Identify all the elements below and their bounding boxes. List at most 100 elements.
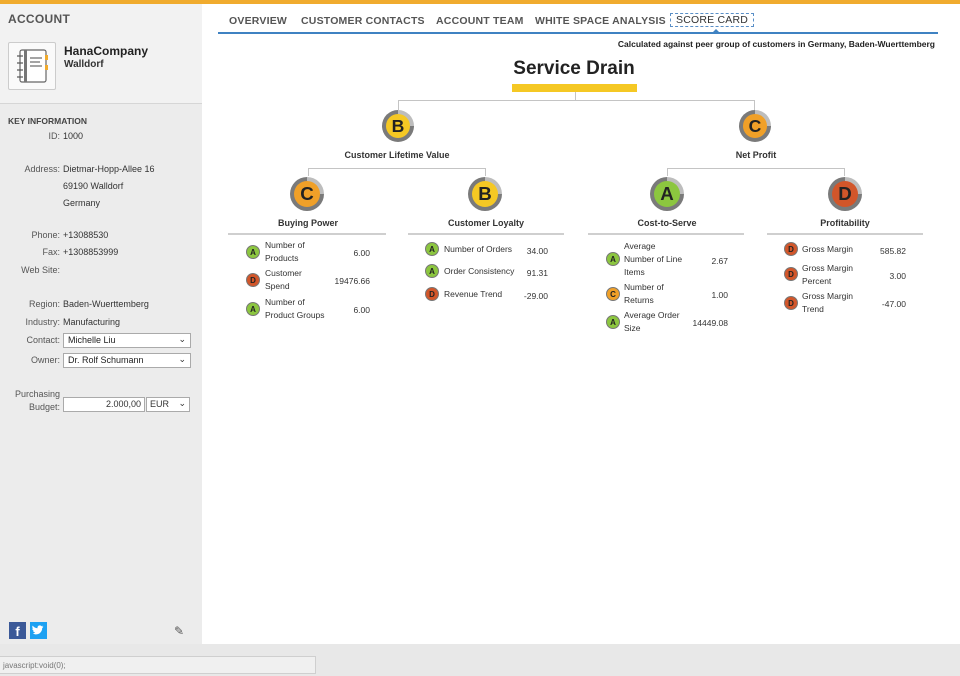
metric-label: Products bbox=[265, 253, 299, 263]
metric-label: Gross Margin bbox=[802, 244, 854, 254]
connector bbox=[485, 168, 486, 176]
metric-value: 19476.66 bbox=[334, 276, 370, 286]
tab-white-space-analysis[interactable]: WHITE SPACE ANALYSIS bbox=[535, 15, 666, 27]
connector bbox=[308, 168, 486, 169]
twitter-icon[interactable] bbox=[30, 622, 47, 639]
metric-label: Revenue Trend bbox=[444, 289, 503, 299]
metric-grade-badge: D bbox=[246, 273, 260, 287]
customer-loyalty-grade-badge: B bbox=[468, 177, 502, 211]
grade-letter: A bbox=[654, 181, 680, 207]
divider bbox=[767, 233, 923, 235]
connector bbox=[667, 168, 845, 169]
website-label: Web Site: bbox=[21, 265, 60, 275]
metric-label: Customer bbox=[265, 268, 302, 278]
address-line-3: Germany bbox=[63, 198, 101, 208]
metric-label: Spend bbox=[265, 281, 290, 291]
buying-power-label: Buying Power bbox=[277, 218, 338, 228]
company-name: HanaCompany bbox=[64, 44, 149, 58]
region-value: Baden-Wuerttemberg bbox=[63, 299, 149, 309]
metric-grade-badge: A bbox=[606, 315, 620, 329]
contact-select-value: Michelle Liu bbox=[68, 335, 116, 345]
metric-value: 34.00 bbox=[526, 246, 548, 256]
owner-select-value: Dr. Rolf Schumann bbox=[68, 355, 144, 365]
industry-label: Industry: bbox=[25, 317, 60, 327]
net-profit-label: Net Profit bbox=[735, 150, 777, 160]
metric-label: Size bbox=[624, 323, 641, 333]
chevron-down-icon: ⌄ bbox=[178, 354, 186, 364]
peer-group-note: Calculated against peer group of custome… bbox=[617, 39, 935, 49]
metric-value: 6.00 bbox=[353, 248, 370, 258]
tab-account-team[interactable]: ACCOUNT TEAM bbox=[436, 15, 524, 27]
grade-letter: B bbox=[386, 114, 410, 138]
phone-value: +13088530 bbox=[63, 230, 109, 240]
connector bbox=[667, 168, 668, 176]
connector bbox=[308, 168, 309, 176]
profitability-label: Profitability bbox=[820, 218, 870, 228]
cost-to-serve-label: Cost-to-Serve bbox=[637, 218, 697, 228]
owner-select[interactable]: Dr. Rolf Schumann ⌄ bbox=[63, 353, 191, 368]
metric-value: -29.00 bbox=[523, 291, 548, 301]
metric-label: Number of Line bbox=[624, 254, 683, 264]
metric-grade-badge: A bbox=[606, 252, 620, 266]
account-header: ACCOUNT HanaCompany Walldorf bbox=[0, 4, 202, 104]
purchasing-budget-input[interactable]: 2.000,00 bbox=[63, 397, 145, 412]
sidebar-title: ACCOUNT bbox=[8, 12, 71, 26]
metric-grade-badge: C bbox=[606, 287, 620, 301]
currency-select[interactable]: EUR ⌄ bbox=[146, 397, 190, 412]
phone-label: Phone: bbox=[31, 230, 60, 240]
company-logo-icon bbox=[8, 42, 56, 90]
metric-grade-badge: A bbox=[425, 264, 439, 278]
fax-label: Fax: bbox=[42, 247, 60, 257]
metric-value: 14449.08 bbox=[692, 318, 728, 328]
budget-label-line2: Budget: bbox=[28, 402, 60, 412]
owner-label: Owner: bbox=[30, 355, 60, 365]
customer-loyalty-label: Customer Loyalty bbox=[447, 218, 525, 228]
metric-grade-badge: D bbox=[784, 267, 798, 281]
industry-value: Manufacturing bbox=[63, 317, 121, 327]
status-url: javascript:void(0); bbox=[0, 656, 316, 674]
metric-grade-badge: D bbox=[784, 296, 798, 310]
connector bbox=[398, 100, 399, 110]
divider bbox=[408, 233, 564, 235]
metric-label: Number of bbox=[265, 240, 305, 250]
metric-label: Percent bbox=[802, 276, 832, 286]
metric-label: Number of bbox=[624, 282, 664, 292]
metric-value: 2.67 bbox=[711, 256, 728, 266]
metric-value: 1.00 bbox=[711, 290, 728, 300]
contact-select[interactable]: Michelle Liu ⌄ bbox=[63, 333, 191, 348]
metric-grade-badge: D bbox=[784, 242, 798, 256]
tab-customer-contacts[interactable]: CUSTOMER CONTACTS bbox=[301, 15, 425, 27]
title-grade-bar bbox=[512, 84, 637, 92]
divider bbox=[228, 233, 386, 235]
tab-score-card[interactable]: SCORE CARD bbox=[670, 13, 755, 27]
metric-grade-badge: A bbox=[246, 245, 260, 259]
connector bbox=[398, 100, 755, 101]
address-label: Address: bbox=[24, 164, 60, 174]
facebook-icon[interactable]: f bbox=[9, 622, 26, 639]
metric-value: 91.31 bbox=[526, 268, 548, 278]
region-label: Region: bbox=[28, 299, 60, 309]
metric-label: Gross Margin bbox=[802, 291, 854, 301]
clv-grade-badge: B bbox=[382, 110, 414, 142]
connector bbox=[575, 92, 576, 100]
grade-letter: C bbox=[294, 181, 320, 207]
metric-label: Product Groups bbox=[265, 310, 325, 320]
metric-label: Number of bbox=[265, 297, 305, 307]
budget-label-line1: Purchasing bbox=[14, 389, 60, 399]
metric-label: Returns bbox=[624, 295, 654, 305]
id-label: ID: bbox=[48, 131, 60, 141]
grade-letter: C bbox=[743, 114, 767, 138]
active-tab-caret-icon bbox=[712, 29, 720, 33]
tab-overview[interactable]: OVERVIEW bbox=[229, 15, 287, 27]
profitability-grade-badge: D bbox=[828, 177, 862, 211]
scorecard-title: Service Drain bbox=[513, 58, 635, 79]
currency-select-value: EUR bbox=[150, 399, 170, 409]
metric-label: Average bbox=[624, 241, 656, 251]
grade-letter: D bbox=[832, 181, 858, 207]
metric-label: Items bbox=[624, 267, 645, 277]
metric-label: Average Order bbox=[624, 310, 680, 320]
metric-value: -47.00 bbox=[881, 299, 906, 309]
edit-pencil-icon[interactable]: ✎ bbox=[174, 624, 184, 638]
metric-grade-badge: A bbox=[425, 242, 439, 256]
metric-value: 585.82 bbox=[880, 246, 906, 256]
